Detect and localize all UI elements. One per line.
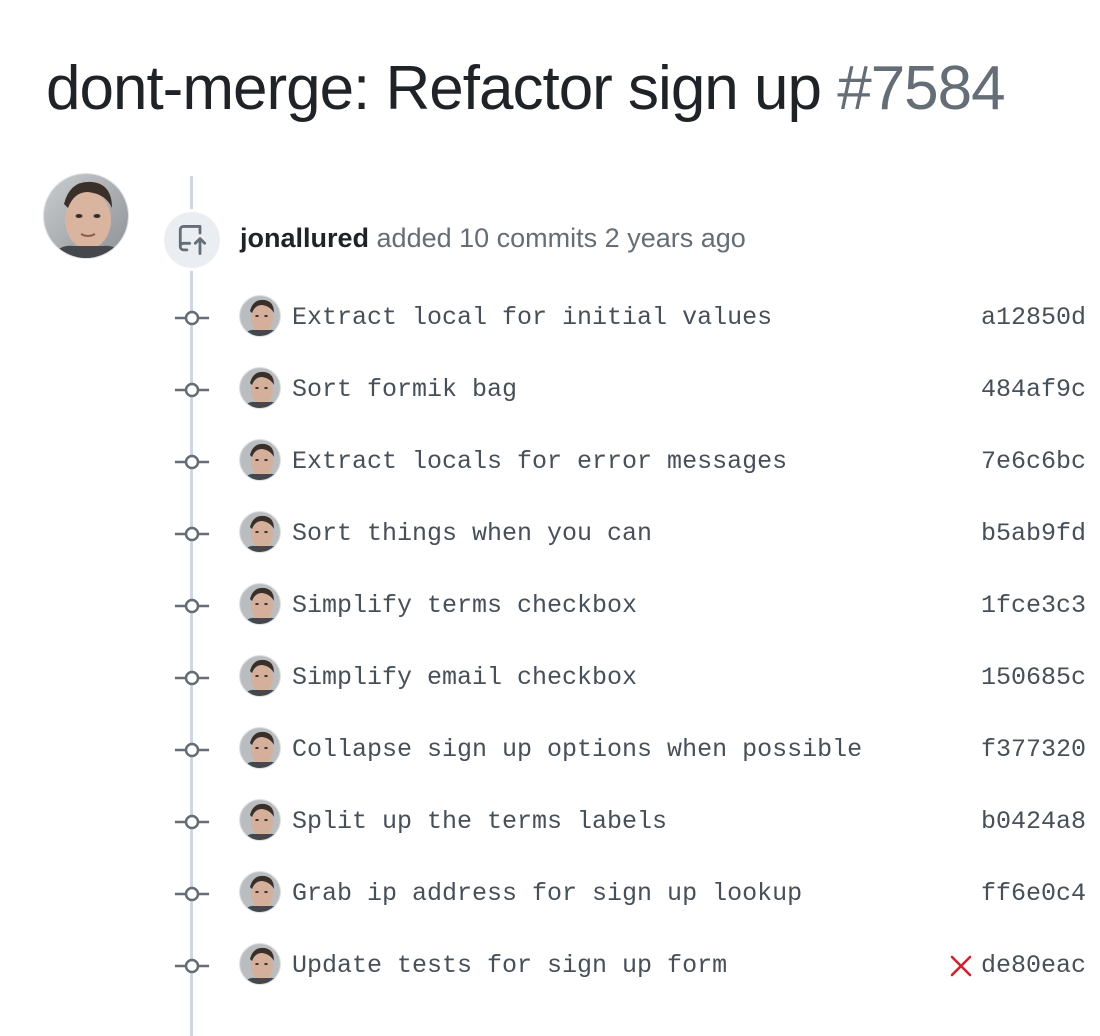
commit-row: Simplify email checkbox 150685c [0, 642, 1100, 714]
commit-row: Sort formik bag 484af9c [0, 354, 1100, 426]
git-commit-icon [175, 598, 209, 614]
commit-row: Collapse sign up options when possible f… [0, 714, 1100, 786]
event-author-link[interactable]: jonallured [240, 223, 369, 253]
pr-number: #7584 [837, 54, 1005, 123]
commit-message-link[interactable]: Update tests for sign up form [292, 950, 727, 982]
pr-title-text: dont-merge: Refactor sign up [46, 54, 822, 123]
commit-sha-link[interactable]: 1fce3c3 [981, 590, 1086, 622]
commit-row: Extract local for initial values a12850d [0, 282, 1100, 354]
git-commit-icon [175, 454, 209, 470]
commit-sha-link[interactable]: 150685c [981, 662, 1086, 694]
git-commit-icon [175, 310, 209, 326]
commit-sha-link[interactable]: b5ab9fd [981, 518, 1086, 550]
commit-sha-link[interactable]: ff6e0c4 [981, 878, 1086, 910]
commit-author-avatar[interactable] [240, 512, 280, 552]
commit-row: Split up the terms labels b0424a8 [0, 786, 1100, 858]
commit-author-avatar[interactable] [240, 584, 280, 624]
commit-row: Grab ip address for sign up lookup ff6e0… [0, 858, 1100, 930]
git-commit-icon [175, 382, 209, 398]
commit-message-link[interactable]: Split up the terms labels [292, 806, 667, 838]
author-avatar[interactable] [44, 174, 128, 258]
commit-author-avatar[interactable] [240, 440, 280, 480]
commit-author-avatar[interactable] [240, 656, 280, 696]
commit-sha-link[interactable]: de80eac [981, 950, 1086, 982]
commit-author-avatar-image [240, 440, 280, 480]
commit-sha-link[interactable]: 7e6c6bc [981, 446, 1086, 478]
git-commit-icon [175, 814, 209, 830]
commit-author-avatar-image [240, 584, 280, 624]
commit-message-link[interactable]: Grab ip address for sign up lookup [292, 878, 802, 910]
commit-author-avatar[interactable] [240, 296, 280, 336]
git-commit-icon [175, 742, 209, 758]
commit-sha-link[interactable]: 484af9c [981, 374, 1086, 406]
commit-author-avatar-image [240, 368, 280, 408]
commit-list: Extract local for initial values a12850d… [0, 282, 1100, 1002]
commit-message-link[interactable]: Extract local for initial values [292, 302, 772, 334]
commit-author-avatar-image [240, 296, 280, 336]
commit-author-avatar[interactable] [240, 800, 280, 840]
author-avatar-image [44, 174, 128, 258]
commit-sha-link[interactable]: f377320 [981, 734, 1086, 766]
commit-message-link[interactable]: Extract locals for error messages [292, 446, 787, 478]
commit-message-link[interactable]: Simplify email checkbox [292, 662, 637, 694]
commit-message-link[interactable]: Collapse sign up options when possible [292, 734, 862, 766]
commit-author-avatar[interactable] [240, 728, 280, 768]
git-commit-icon [175, 670, 209, 686]
commit-message-link[interactable]: Sort things when you can [292, 518, 652, 550]
commit-author-avatar-image [240, 872, 280, 912]
commit-row: Simplify terms checkbox 1fce3c3 [0, 570, 1100, 642]
commit-row: Sort things when you can b5ab9fd [0, 498, 1100, 570]
commit-row: Update tests for sign up form de80eac [0, 930, 1100, 1002]
event-time[interactable]: 2 years ago [605, 223, 746, 253]
commit-author-avatar-image [240, 656, 280, 696]
commit-message-link[interactable]: Sort formik bag [292, 374, 517, 406]
git-commit-icon [175, 526, 209, 542]
commit-author-avatar-image [240, 728, 280, 768]
commit-message-link[interactable]: Simplify terms checkbox [292, 590, 637, 622]
commit-row: Extract locals for error messages 7e6c6b… [0, 426, 1100, 498]
commit-author-avatar-image [240, 800, 280, 840]
commit-sha-link[interactable]: a12850d [981, 302, 1086, 334]
commit-author-avatar[interactable] [240, 368, 280, 408]
commit-sha-link[interactable]: b0424a8 [981, 806, 1086, 838]
commit-author-avatar-image [240, 944, 280, 984]
commit-author-avatar-image [240, 512, 280, 552]
event-action: added 10 commits [376, 223, 598, 253]
git-commit-icon [175, 886, 209, 902]
git-commit-icon [175, 958, 209, 974]
pr-title: dont-merge: Refactor sign up #7584 [46, 52, 1006, 126]
commit-author-avatar[interactable] [240, 944, 280, 984]
commit-author-avatar[interactable] [240, 872, 280, 912]
event-header: jonallured added 10 commits 2 years ago [240, 220, 746, 256]
x-failure-icon[interactable] [948, 953, 974, 979]
repo-push-icon [164, 212, 220, 268]
